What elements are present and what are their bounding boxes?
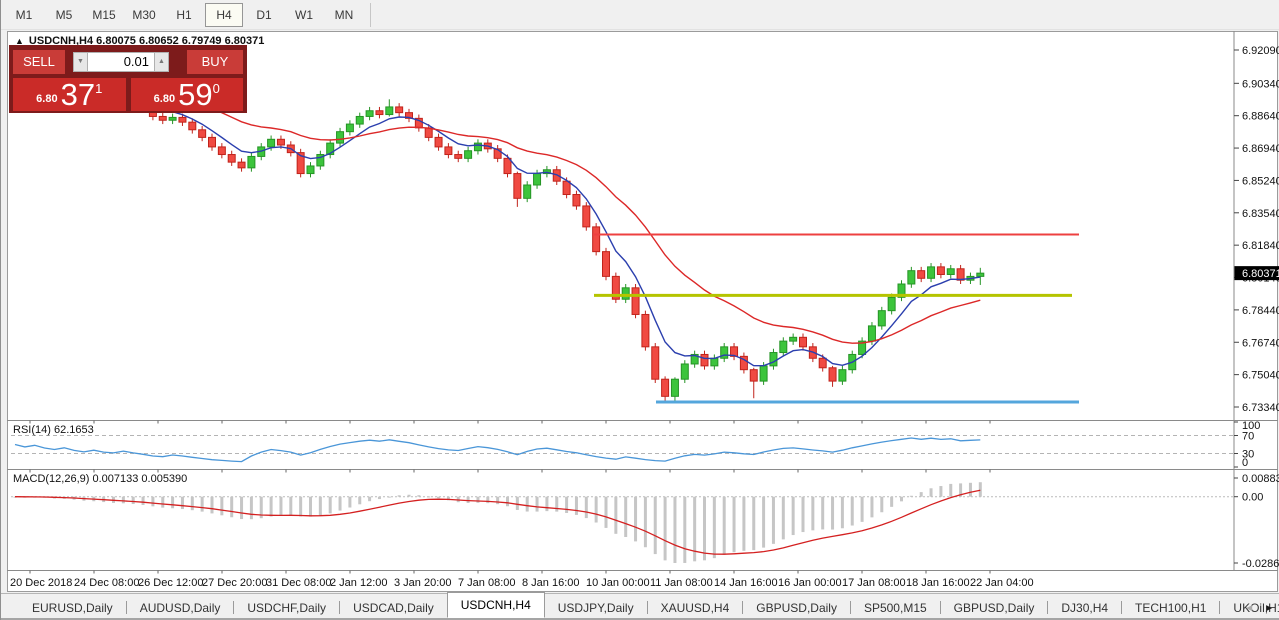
sell-price[interactable]: 6.80 37 1 — [13, 78, 126, 111]
macd-histogram — [14, 482, 982, 563]
timeframe-button-h1[interactable]: H1 — [165, 3, 203, 27]
time-axis-label: 11 Jan 08:00 — [650, 577, 713, 589]
time-axis-label: 10 Jan 00:00 — [586, 577, 650, 589]
rsi-tick-label: 0 — [1242, 457, 1248, 469]
symbol-tab-dj30-h4[interactable]: DJ30,H4 — [1048, 597, 1121, 618]
timeframe-button-mn[interactable]: MN — [325, 3, 363, 27]
symbol-tabs: EURUSD,DailyAUDUSD,DailyUSDCHF,DailyUSDC… — [19, 592, 1279, 618]
timeframe-button-w1[interactable]: W1 — [285, 3, 323, 27]
tab-scroll-left-icon[interactable]: ◄ — [1244, 603, 1254, 614]
symbol-tab-gbpusd-daily[interactable]: GBPUSD,Daily — [743, 597, 850, 618]
time-axis-label: 8 Jan 16:00 — [522, 577, 580, 589]
sell-button[interactable]: SELL — [13, 50, 65, 74]
macd-tick-label: -0.028683 — [1242, 558, 1279, 570]
time-axis-label: 18 Jan 16:00 — [906, 577, 970, 589]
symbol-tabbar: EURUSD,DailyAUDUSD,DailyUSDCHF,DailyUSDC… — [1, 593, 1279, 620]
trading-terminal: { "toolbar": { "timeframes": ["M1","M5",… — [0, 0, 1279, 620]
timeframe-buttons: M1M5M15M30H1H4D1W1MN — [4, 3, 364, 27]
volume-stepper: ▼ ▲ — [73, 51, 169, 73]
buy-price-sup: 0 — [213, 81, 220, 96]
macd-tick-label: 0.00 — [1242, 492, 1263, 504]
symbol-tab-eurusd-daily[interactable]: EURUSD,Daily — [19, 597, 126, 618]
price-tick-label: 6.92090 — [1242, 45, 1279, 57]
timeframe-button-m30[interactable]: M30 — [125, 3, 163, 27]
time-axis-label: 14 Jan 16:00 — [714, 577, 778, 589]
symbol-tab-usdchf-daily[interactable]: USDCHF,Daily — [234, 597, 339, 618]
slow-ma — [15, 75, 980, 344]
time-axis-label: 20 Dec 2018 — [10, 577, 72, 589]
time-axis-label: 7 Jan 08:00 — [458, 577, 516, 589]
price-tick-label: 6.85240 — [1242, 175, 1279, 187]
tab-scroll-arrows: ◄ ► — [1244, 603, 1274, 614]
price-tick-label: 6.75040 — [1242, 370, 1279, 382]
price-tick-label: 6.78440 — [1242, 305, 1279, 317]
time-axis-label: 22 Jan 04:00 — [970, 577, 1034, 589]
timeframe-button-h4[interactable]: H4 — [205, 3, 243, 27]
symbol-tab-usdcnh-h4[interactable]: USDCNH,H4 — [447, 592, 545, 618]
price-tick-label: 6.76740 — [1242, 337, 1279, 349]
timeframe-button-m1[interactable]: M1 — [5, 3, 43, 27]
time-axis-label: 3 Jan 20:00 — [394, 577, 452, 589]
timeframe-button-m5[interactable]: M5 — [45, 3, 83, 27]
buy-price-big: 59 — [178, 80, 212, 110]
current-price-label: 6.80371 — [1242, 268, 1279, 280]
symbol-tab-usdcad-daily[interactable]: USDCAD,Daily — [340, 597, 447, 618]
sell-price-sup: 1 — [95, 81, 102, 96]
buy-price-small: 6.80 — [154, 93, 175, 105]
timeframe-button-d1[interactable]: D1 — [245, 3, 283, 27]
volume-increase-button[interactable]: ▲ — [154, 52, 169, 72]
time-axis-label: 17 Jan 08:00 — [842, 577, 906, 589]
sell-price-big: 37 — [61, 80, 95, 110]
rsi-tick-label: 70 — [1242, 431, 1254, 443]
symbol-tab-xauusd-h4[interactable]: XAUUSD,H4 — [648, 597, 743, 618]
symbol-tab-tech100-h1[interactable]: TECH100,H1 — [1122, 597, 1219, 618]
time-axis-label: 16 Jan 00:00 — [778, 577, 842, 589]
time-axis-label: 24 Dec 08:00 — [74, 577, 139, 589]
trade-panel-prices: 6.80 37 1 6.80 59 0 — [13, 78, 243, 111]
rsi-line — [15, 438, 980, 462]
price-tick-label: 6.81840 — [1242, 240, 1279, 252]
price-tick-label: 6.88640 — [1242, 111, 1279, 123]
time-axis-label: 31 Dec 08:00 — [266, 577, 331, 589]
symbol-tab-audusd-daily[interactable]: AUDUSD,Daily — [127, 597, 234, 618]
time-axis-label: 27 Dec 20:00 — [202, 577, 267, 589]
price-tick-label: 6.73340 — [1242, 402, 1279, 414]
price-tick-label: 6.90340 — [1242, 78, 1279, 90]
buy-button[interactable]: BUY — [187, 50, 243, 74]
volume-decrease-button[interactable]: ▼ — [73, 52, 88, 72]
rsi-label: RSI(14) 62.1653 — [13, 424, 94, 436]
trade-panel-controls: SELL ▼ ▲ BUY — [13, 48, 243, 75]
sell-price-small: 6.80 — [36, 93, 57, 105]
timeframe-button-m15[interactable]: M15 — [85, 3, 123, 27]
trade-panel: SELL ▼ ▲ BUY 6.80 37 1 6.80 59 0 — [9, 45, 247, 113]
symbol-tab-sp500-m15[interactable]: SP500,M15 — [851, 597, 940, 618]
price-tick-label: 6.83540 — [1242, 208, 1279, 220]
time-axis-label: 2 Jan 12:00 — [330, 577, 388, 589]
buy-price[interactable]: 6.80 59 0 — [131, 78, 244, 111]
macd-tick-label: 0.008839 — [1242, 473, 1279, 485]
time-axis-label: 26 Dec 12:00 — [138, 577, 203, 589]
symbol-tab-gbpusd-daily[interactable]: GBPUSD,Daily — [941, 597, 1048, 618]
symbol-tab-usdjpy-daily[interactable]: USDJPY,Daily — [545, 597, 647, 618]
price-tick-label: 6.86940 — [1242, 143, 1279, 155]
tab-scroll-right-icon[interactable]: ► — [1264, 603, 1274, 614]
toolbar-separator — [370, 3, 371, 27]
timeframe-toolbar: M1M5M15M30H1H4D1W1MN — [1, 0, 1279, 30]
volume-input[interactable] — [88, 52, 154, 72]
macd-label: MACD(12,26,9) 0.007133 0.005390 — [13, 473, 187, 485]
